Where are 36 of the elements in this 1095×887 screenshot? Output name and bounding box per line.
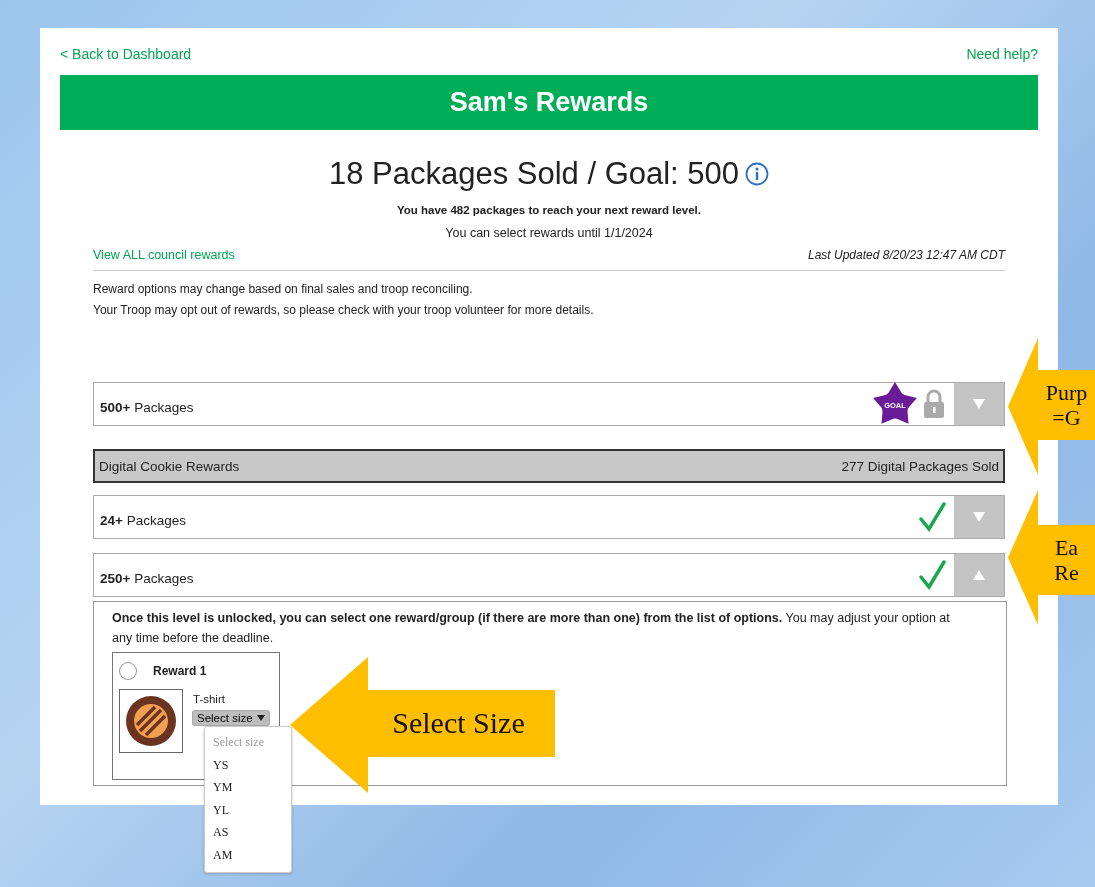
remaining-text: You have 482 packages to reach your next reward level. [395,204,702,216]
dropdown-option[interactable]: AM [213,843,291,866]
expand-toggle[interactable] [954,496,1004,538]
level-label: 250+ Packages [99,569,195,586]
callout-text: Ea Re [1053,534,1080,586]
page-title-banner: Sam's Rewards [60,75,1038,130]
caret-icon [973,399,985,409]
expand-toggle[interactable] [954,383,1004,425]
reward-title: Reward 1 [153,663,207,680]
reward-radio[interactable] [119,662,137,680]
caret-icon [973,512,985,522]
dropdown-option[interactable]: YL [213,798,291,821]
digital-rewards-label: Digital Cookie Rewards [99,458,240,474]
size-select[interactable]: Select size [193,711,269,725]
dropdown-option[interactable]: AS [213,821,291,844]
notice-text: Your Troop may opt out of rewards, so please check with your troop volunteer for more details. [93,302,595,319]
dropdown-option[interactable]: YS [213,753,291,776]
cookie-patch-image [119,689,183,753]
expand-toggle[interactable] [954,554,1004,596]
sales-headline: 18 Packages Sold / Goal: 500 [328,156,740,192]
caret-icon [256,715,265,721]
callout-text: Select Size [391,706,526,741]
deadline-text: You can select rewards until 1/1/2024 [444,226,654,240]
reward-item-name: T-shirt [193,692,226,707]
last-updated-text: Last Updated 8/20/23 12:47 AM CDT [808,248,1005,262]
dropdown-option[interactable]: YM [213,776,291,799]
info-icon[interactable] [745,162,770,186]
level-label: 500+ Packages [99,398,195,415]
instructions-text: Once this level is unlocked, you can select one reward/group (if there are more than one) from the list of options. You may adjust your option at any time before the deadline. [112,610,951,647]
reward-level-row[interactable]: 250+ Packages [93,553,1005,597]
reward-level-row[interactable]: 24+ Packages [93,495,1005,539]
caret-icon [973,570,985,580]
level-label: 24+ Packages [99,511,187,528]
notice-text: Reward options may change based on final sales and troop reconciling. [93,281,474,298]
digital-packages-count: 277 Digital Packages Sold [841,458,999,474]
callout-text: Purp =G [1044,379,1089,431]
